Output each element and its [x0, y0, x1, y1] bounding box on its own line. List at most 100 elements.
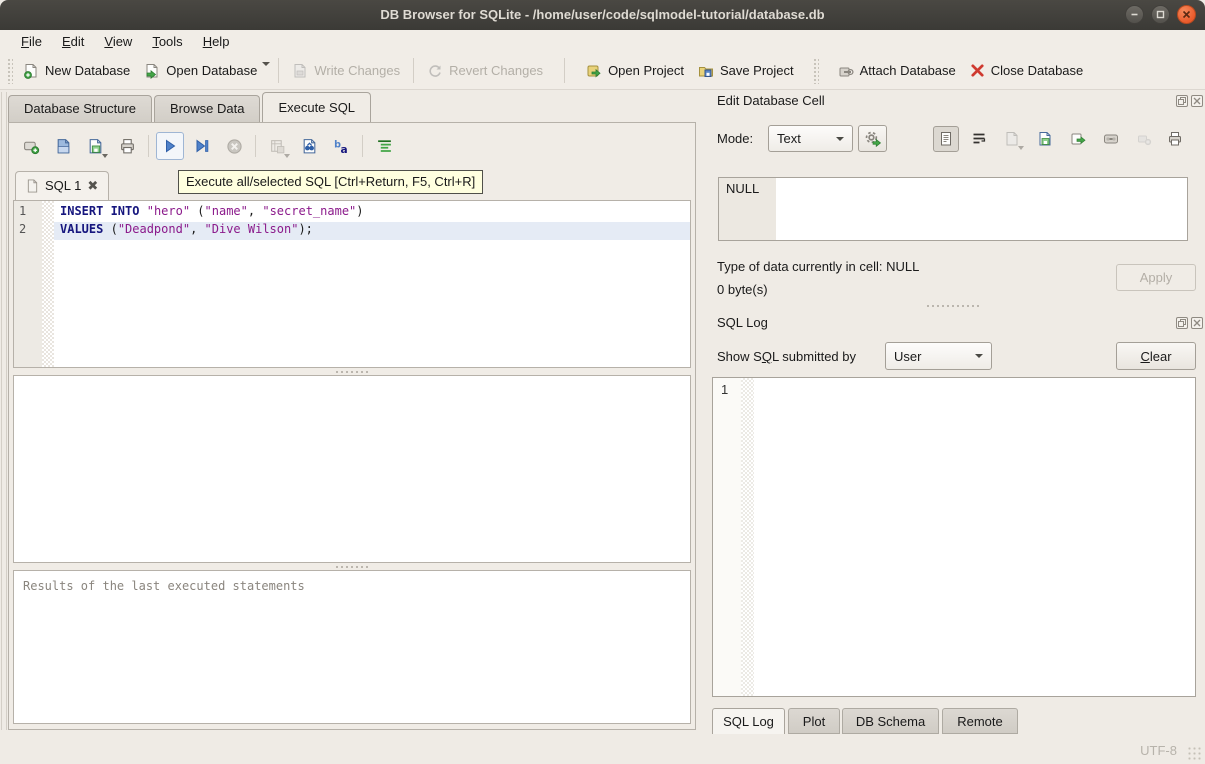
save-file-dropdown-icon[interactable]: [102, 154, 108, 158]
open-sql-file-button[interactable]: [49, 132, 77, 160]
save-results-icon: [269, 138, 286, 155]
sql-doc-icon: [26, 179, 39, 193]
export-cell-data-button[interactable]: [1032, 126, 1058, 152]
main-tab-bar: Database Structure Browse Data Execute S…: [8, 94, 373, 122]
execute-sql-button[interactable]: [156, 132, 184, 160]
find-button[interactable]: [295, 132, 323, 160]
minimize-button[interactable]: [1125, 5, 1144, 24]
close-dock-button[interactable]: [1191, 317, 1203, 329]
resize-grip[interactable]: [1187, 746, 1201, 760]
tab-db-schema[interactable]: DB Schema: [842, 708, 939, 734]
close-button[interactable]: [1177, 5, 1196, 24]
encoding-indicator: UTF-8: [1140, 743, 1177, 758]
save-file-icon: [87, 138, 104, 155]
import-cell-data-button: [999, 126, 1025, 152]
code-token: "Deadpond": [118, 222, 190, 236]
app-window: DB Browser for SQLite - /home/user/code/…: [0, 0, 1205, 764]
open-database-button[interactable]: Open Database: [137, 58, 264, 84]
new-sql-tab-button[interactable]: [17, 132, 45, 160]
new-tab-icon: [23, 138, 40, 155]
document-icon: [938, 131, 954, 147]
print-cell-button[interactable]: [1162, 126, 1188, 152]
word-wrap-icon: [971, 131, 987, 147]
write-changes-button: Write Changes: [285, 58, 407, 84]
print-sql-button[interactable]: [113, 132, 141, 160]
close-database-icon: [970, 63, 985, 78]
float-dock-button[interactable]: [1176, 95, 1188, 107]
open-database-label: Open Database: [166, 63, 257, 78]
code-token: (: [190, 204, 204, 218]
code-token: VALUES: [60, 222, 103, 236]
menu-help[interactable]: Help: [194, 32, 239, 51]
log-line-number: 1: [713, 378, 741, 696]
log-source-select[interactable]: User: [885, 342, 992, 370]
execute-sql-panel: b a SQL 1 ✖ 12: [8, 122, 696, 730]
null-icon: [1136, 131, 1152, 147]
tab-remote-label: Remote: [957, 714, 1003, 729]
tab-execute-sql[interactable]: Execute SQL: [262, 92, 371, 122]
results-grid-pane[interactable]: [13, 375, 691, 563]
dock-splitter[interactable]: [925, 303, 981, 308]
results-message-pane[interactable]: Results of the last executed statements: [13, 570, 691, 724]
dock-handle[interactable]: [1, 92, 7, 730]
tab-remote[interactable]: Remote: [942, 708, 1018, 734]
minimize-icon: [1130, 10, 1139, 19]
word-wrap-button[interactable]: [966, 126, 992, 152]
sql-code-editor[interactable]: 12 INSERT INTO "hero" ("name", "secret_n…: [13, 200, 691, 368]
format-sql-button[interactable]: [370, 132, 398, 160]
mode-select-value: Text: [777, 131, 801, 146]
code-line[interactable]: INSERT INTO "hero" ("name", "secret_name…: [54, 204, 690, 222]
revert-changes-button: Revert Changes: [420, 58, 550, 84]
open-in-external-button[interactable]: [1098, 126, 1124, 152]
tab-plot[interactable]: Plot: [788, 708, 840, 734]
new-database-button[interactable]: New Database: [16, 58, 137, 84]
word-completion-icon: b a: [333, 138, 350, 155]
close-dock-button[interactable]: [1191, 95, 1203, 107]
sql-toolbar: b a: [17, 132, 398, 160]
close-database-label: Close Database: [991, 63, 1084, 78]
tab-sql-log[interactable]: SQL Log: [712, 708, 785, 734]
text-view-button[interactable]: [933, 126, 959, 152]
log-source-value: User: [894, 349, 921, 364]
line-number: 1: [14, 204, 42, 222]
open-file-gray-icon: [1004, 131, 1020, 147]
code-line[interactable]: VALUES ("Deadpond", "Dive Wilson");: [54, 222, 690, 240]
attach-database-button[interactable]: Attach Database: [831, 58, 963, 84]
menu-view[interactable]: View: [95, 32, 141, 51]
code-token: ,: [190, 222, 204, 236]
code-token: );: [298, 222, 312, 236]
save-sql-file-button[interactable]: [81, 132, 109, 160]
sql-log-area[interactable]: 1: [712, 377, 1196, 697]
status-bar: UTF-8: [0, 735, 1205, 764]
auto-switch-mode-button[interactable]: [858, 125, 887, 152]
code-token: (: [103, 222, 117, 236]
save-project-button[interactable]: Save Project: [691, 58, 801, 84]
sql-code-lines[interactable]: INSERT INTO "hero" ("name", "secret_name…: [54, 201, 690, 367]
open-database-dropdown-icon[interactable]: [262, 62, 270, 66]
menu-tools[interactable]: Tools: [143, 32, 191, 51]
clear-log-button[interactable]: Clear: [1116, 342, 1196, 370]
code-token: INSERT INTO: [60, 204, 139, 218]
tab-database-structure[interactable]: Database Structure: [8, 95, 152, 122]
menu-edit[interactable]: Edit: [53, 32, 93, 51]
set-null-button: [1131, 126, 1157, 152]
maximize-button[interactable]: [1151, 5, 1170, 24]
toolbar-grip[interactable]: [7, 58, 13, 84]
toolbar-grip[interactable]: [813, 58, 819, 84]
sql-doc-tab[interactable]: SQL 1 ✖: [15, 171, 109, 200]
close-database-button[interactable]: Close Database: [963, 58, 1091, 83]
float-dock-button[interactable]: [1176, 317, 1188, 329]
save-results-button: [263, 132, 291, 160]
execute-current-line-button[interactable]: [188, 132, 216, 160]
chevron-down-icon: [975, 354, 983, 358]
mode-select[interactable]: Text: [768, 125, 853, 152]
results-placeholder: Results of the last executed statements: [14, 571, 690, 601]
line-number-gutter: 12: [14, 201, 42, 367]
menu-file[interactable]: File: [12, 32, 51, 51]
auto-complete-button[interactable]: b a: [327, 132, 355, 160]
export-to-file-button[interactable]: [1065, 126, 1091, 152]
cell-value-editor[interactable]: NULL: [718, 177, 1188, 241]
open-project-button[interactable]: Open Project: [579, 58, 691, 84]
tab-browse-data[interactable]: Browse Data: [154, 95, 260, 122]
close-sql-tab-icon[interactable]: ✖: [87, 180, 98, 191]
